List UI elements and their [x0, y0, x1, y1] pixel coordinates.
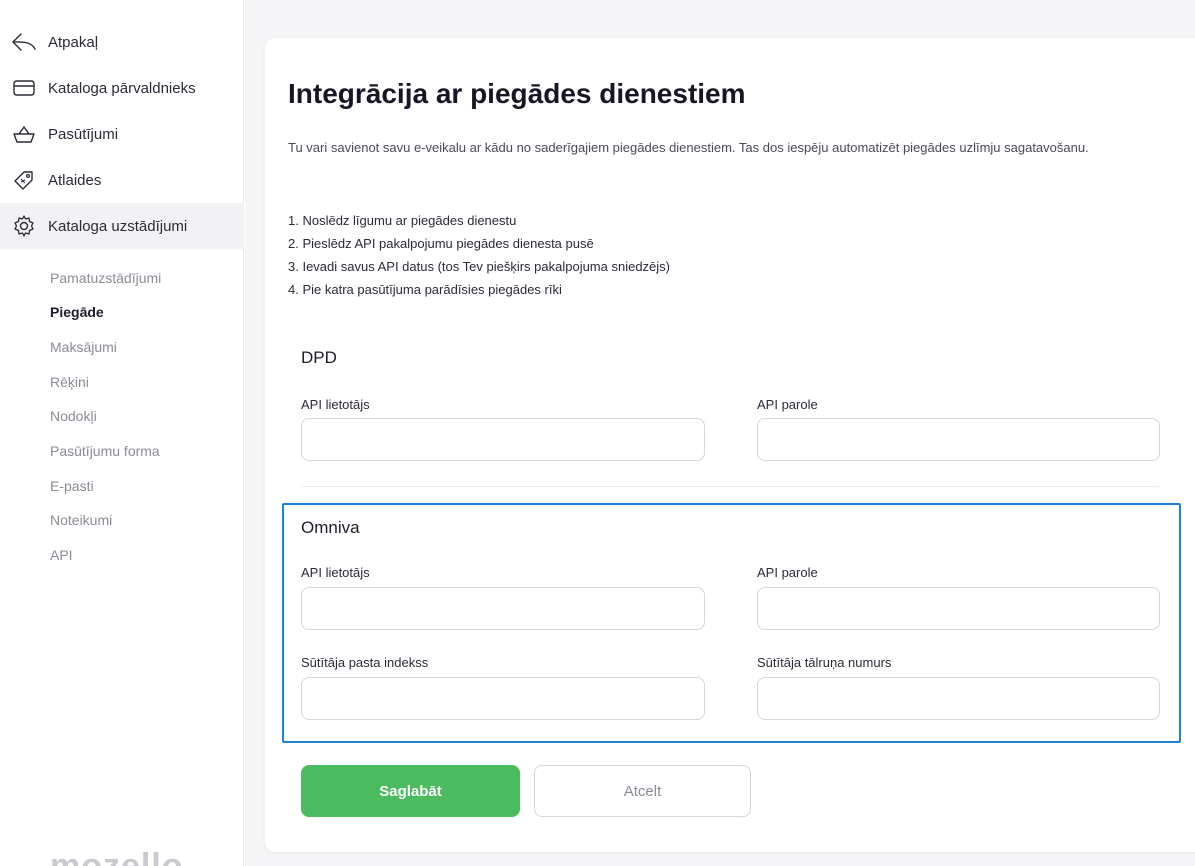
dpd-section-title: DPD [301, 348, 337, 367]
omniva-user-input[interactable] [301, 587, 705, 630]
subnav-delivery[interactable]: Piegāde [50, 304, 104, 320]
dpd-user-label: API lietotājs [301, 397, 370, 412]
omniva-section-title: Omniva [301, 518, 360, 537]
omniva-password-label: API parole [757, 565, 818, 580]
omniva-password-input[interactable] [757, 587, 1160, 630]
dpd-user-input[interactable] [301, 418, 705, 461]
step-item: 1. Noslēdz līgumu ar piegādes dienestu [288, 213, 517, 228]
subnav-taxes[interactable]: Nodokļi [50, 408, 97, 424]
step-item: 2. Pieslēdz API pakalpojumu piegādes die… [288, 236, 594, 251]
step-item: 4. Pie katra pasūtījuma parādīsies piegā… [288, 282, 562, 297]
subnav-terms[interactable]: Noteikumi [50, 512, 112, 528]
subnav-emails[interactable]: E-pasti [50, 478, 94, 494]
logo: mozello [50, 847, 184, 866]
save-button[interactable]: Saglabāt [301, 765, 520, 817]
page-description: Tu vari savienot savu e-veikalu ar kādu … [288, 140, 1089, 155]
nav-orders-label: Pasūtījumi [48, 125, 119, 143]
nav-discounts[interactable]: Atlaides [0, 157, 244, 203]
nav-catalog-settings-label: Kataloga uzstādījumi [48, 217, 188, 235]
nav-catalog-manager[interactable]: Kataloga pārvaldnieks [0, 65, 244, 111]
omniva-postcode-label: Sūtītāja pasta indekss [301, 655, 429, 670]
nav-catalog-manager-label: Kataloga pārvaldnieks [48, 79, 196, 97]
sidebar: Atpakaļ Kataloga pārvaldnieks Pasūtījumi… [0, 0, 244, 866]
cancel-button[interactable]: Atcelt [534, 765, 751, 817]
page-title: Integrācija ar piegādes dienestiem [288, 78, 746, 109]
nav-back[interactable]: Atpakaļ [0, 19, 244, 65]
discount-tag-icon [10, 166, 38, 194]
nav-discounts-label: Atlaides [48, 171, 102, 189]
subnav-order-form[interactable]: Pasūtījumu forma [50, 443, 160, 459]
section-divider [301, 486, 1159, 487]
omniva-postcode-input[interactable] [301, 677, 705, 720]
nav-catalog-settings[interactable]: Kataloga uzstādījumi [0, 203, 244, 249]
subnav-payments[interactable]: Maksājumi [50, 339, 117, 355]
subnav-basic-settings[interactable]: Pamatuzstādījumi [50, 270, 161, 286]
nav-back-label: Atpakaļ [48, 33, 99, 51]
nav-orders[interactable]: Pasūtījumi [0, 111, 244, 157]
step-item: 3. Ievadi savus API datus (tos Tev piešķ… [288, 259, 671, 274]
back-arrow-icon [10, 28, 38, 56]
steps-list: 1. Noslēdz līgumu ar piegādes dienestu 2… [288, 209, 670, 301]
gear-icon [10, 212, 38, 240]
omniva-phone-label: Sūtītāja tālruņa numurs [757, 655, 892, 670]
dpd-password-label: API parole [757, 397, 818, 412]
omniva-user-label: API lietotājs [301, 565, 370, 580]
omniva-phone-input[interactable] [757, 677, 1160, 720]
subnav-api[interactable]: API [50, 547, 73, 563]
folder-icon [10, 74, 38, 102]
basket-icon [10, 120, 38, 148]
subnav-invoices[interactable]: Rēķini [50, 374, 89, 390]
dpd-password-input[interactable] [757, 418, 1160, 461]
